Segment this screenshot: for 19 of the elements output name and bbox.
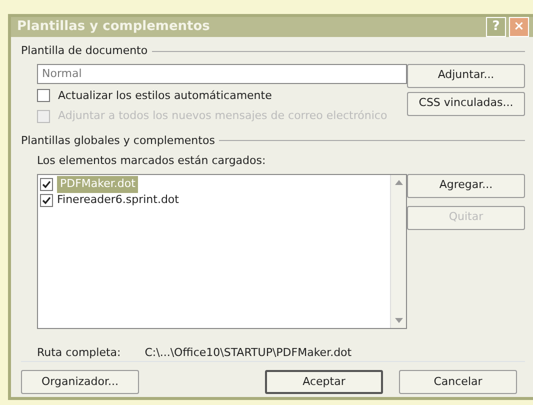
template-field[interactable]: Normal (37, 64, 407, 84)
dialog-button[interactable]: Organizador... (21, 370, 139, 394)
checkbox-label: Actualizar los estilos automáticamente (58, 88, 272, 104)
group-label: Plantillas globales y complementos (21, 132, 215, 148)
dialog-button[interactable]: Adjuntar... (407, 64, 525, 88)
list-hint: Los elementos marcados están cargados: (36, 153, 267, 169)
dialog-button[interactable]: Agregar... (407, 174, 525, 198)
dialog-button[interactable]: Cancelar (399, 370, 517, 394)
list-item[interactable]: Finereader6.sprint.dot (57, 192, 179, 209)
path-label: Ruta completa: (37, 344, 121, 360)
dialog-button[interactable]: CSS vinculadas... (407, 92, 525, 116)
checkbox[interactable] (40, 194, 53, 207)
checkbox[interactable] (40, 178, 53, 191)
window-title: Plantillas y complementos (17, 18, 211, 36)
checkbox[interactable] (37, 89, 50, 102)
path-value: C:\...\Office10\STARTUP\PDFMaker.dot (144, 344, 352, 360)
dialog-button[interactable]: Aceptar (265, 370, 383, 394)
group-label: Plantilla de documento (21, 43, 148, 59)
scroll-bar[interactable] (390, 174, 406, 328)
